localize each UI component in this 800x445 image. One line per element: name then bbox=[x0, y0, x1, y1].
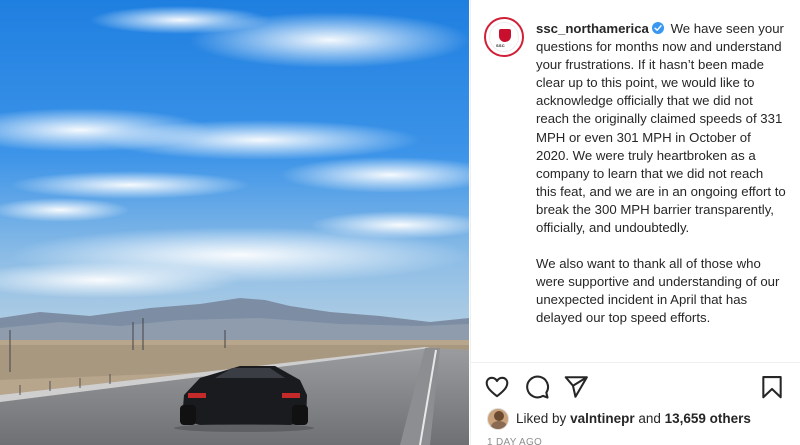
post-details-panel: SSC ssc_northamerica We have seen your q… bbox=[470, 0, 800, 445]
photo-scene bbox=[0, 0, 469, 445]
liker-avatar[interactable] bbox=[487, 408, 509, 430]
liked-by-conjunction: and bbox=[638, 411, 661, 426]
caption-paragraph-2: We also want to thank all of those who w… bbox=[536, 256, 780, 326]
caption-scroll-area[interactable]: SSC ssc_northamerica We have seen your q… bbox=[471, 0, 800, 362]
share-icon[interactable] bbox=[563, 374, 589, 400]
bookmark-icon[interactable] bbox=[759, 374, 785, 400]
ssc-logo: SSC bbox=[489, 22, 519, 52]
liked-by-others-link[interactable]: 13,659 others bbox=[665, 411, 751, 426]
verified-badge-icon bbox=[651, 22, 664, 34]
liked-by-prefix: Liked by bbox=[516, 411, 567, 426]
post-actions bbox=[471, 370, 800, 404]
heart-icon[interactable] bbox=[484, 374, 510, 400]
logo-text: SSC bbox=[496, 43, 505, 48]
divider bbox=[471, 362, 800, 363]
comment-icon[interactable] bbox=[524, 374, 550, 400]
caption-username[interactable]: ssc_northamerica bbox=[536, 21, 649, 36]
post-photo[interactable] bbox=[0, 0, 469, 445]
post-timestamp[interactable]: 1 DAY AGO bbox=[487, 437, 542, 445]
profile-avatar[interactable]: SSC bbox=[484, 17, 524, 57]
likes-text: Liked by valntinepr and 13,659 others bbox=[516, 407, 751, 431]
caption-paragraph-1: We have seen your questions for months n… bbox=[536, 21, 786, 236]
liked-by-username[interactable]: valntinepr bbox=[570, 411, 635, 426]
post-caption: ssc_northamerica We have seen your quest… bbox=[536, 20, 786, 328]
crest-icon bbox=[499, 29, 511, 42]
